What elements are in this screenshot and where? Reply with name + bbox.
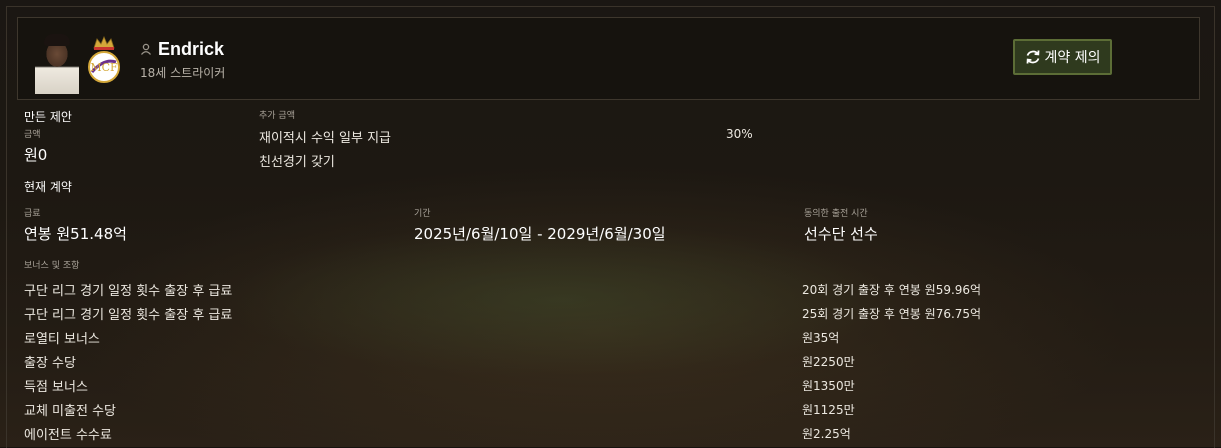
bonus-row-label: 득점 보너스 (24, 380, 88, 395)
offer-amount-value: 원0 (24, 146, 48, 164)
period-label: 기간 (414, 209, 431, 219)
bonuses-label: 보너스 및 조항 (24, 261, 80, 271)
bonus-row-label: 출장 수당 (24, 356, 76, 371)
period-value: 2025년/6월/10일 - 2029년/6월/30일 (414, 225, 666, 243)
playing-time-label: 동의한 출전 시간 (804, 209, 868, 219)
bonus-row-label: 구단 리그 경기 일정 횟수 출장 후 급료 (24, 308, 233, 323)
extra-item-value: 30% (726, 127, 753, 141)
bonus-row-value: 25회 경기 출장 후 연봉 원76.75억 (802, 307, 982, 321)
refresh-icon (1026, 50, 1039, 64)
extra-item-label: 재이적시 수익 일부 지급 (259, 131, 391, 146)
bonus-row-value: 원2.25억 (802, 427, 851, 441)
player-header: MCF Endrick 18세 스트라이커 계약 제의 (17, 17, 1200, 100)
bonus-row-label: 구단 리그 경기 일정 횟수 출장 후 급료 (24, 284, 233, 299)
bonus-row-value: 원35억 (802, 331, 840, 345)
player-name[interactable]: Endrick (158, 39, 224, 60)
bonus-row-label: 교체 미출전 수당 (24, 404, 116, 419)
contract-section-title: 현재 계약 (24, 180, 72, 194)
bonus-row-label: 에이전트 수수료 (24, 428, 112, 443)
bonus-row-value: 20회 경기 출장 후 연봉 원59.96억 (802, 283, 982, 297)
wage-label: 급료 (24, 209, 41, 219)
offer-contract-label: 계약 제의 (1044, 50, 1101, 66)
offer-amount-label: 금액 (24, 130, 41, 140)
playing-time-value: 선수단 선수 (804, 225, 878, 243)
svg-text:MCF: MCF (90, 61, 118, 74)
bonus-row-value: 원1350만 (802, 379, 855, 393)
bonus-row-label: 로열티 보너스 (24, 332, 100, 347)
extra-item-label: 친선경기 갖기 (259, 155, 335, 170)
player-age-position: 18세 스트라이커 (140, 66, 226, 80)
bonus-row-value: 원2250만 (802, 355, 855, 369)
club-crest-icon: MCF (88, 36, 120, 83)
bonus-row-value: 원1125만 (802, 403, 855, 417)
player-name-row: Endrick (140, 38, 224, 60)
offer-contract-button[interactable]: 계약 제의 (1013, 39, 1112, 75)
player-photo (35, 32, 79, 94)
extras-label: 추가 금액 (259, 111, 295, 121)
wage-value: 연봉 원51.48억 (24, 225, 127, 243)
offer-section-title: 만든 제안 (24, 110, 72, 124)
person-icon (140, 43, 152, 55)
